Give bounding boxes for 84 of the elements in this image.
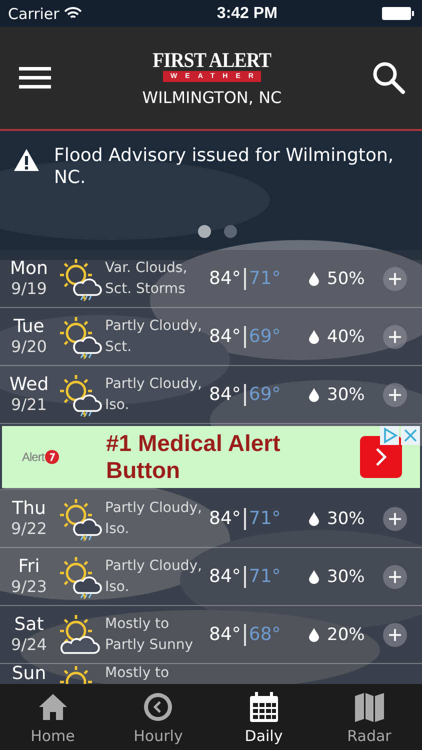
ad-logo-icon [44,449,60,465]
condition-text: Var. Clouds, Sct. Storms [105,258,188,298]
expand-button[interactable] [383,622,407,646]
raindrop-icon [309,388,319,402]
expand-button[interactable] [383,506,407,530]
high-temp: 84° [209,624,241,645]
day-name: Wed [9,374,49,395]
search-icon[interactable] [372,61,406,95]
ad-banner[interactable]: Alert #1 Medical Alert Button [2,426,420,488]
ad-brand-name: Alert [22,450,44,464]
day-date: 9/22 [11,519,47,539]
raindrop-icon [309,330,319,344]
condition-text: Mostly to [105,664,170,683]
high-temp: 84° [209,566,241,587]
expand-button[interactable] [383,324,407,348]
raindrop-icon [309,512,319,526]
condition-text: Partly Cloudy, Iso. [105,374,203,414]
storm-cloud-sun-icon [58,256,102,300]
expand-button[interactable] [383,382,407,406]
high-temp: 84° [209,384,241,405]
plus-icon [388,272,402,286]
ad-next-button[interactable] [360,436,402,478]
plus-icon [388,628,402,642]
warning-icon [13,148,40,172]
chevron-icon [373,446,389,468]
alert-message[interactable]: Flood Advisory issued for Wilmington, NC. [54,145,422,189]
expand-button[interactable] [383,564,407,588]
low-temp: 69° [248,326,281,347]
raindrop-icon [309,272,319,286]
precip-chance: 30% [327,384,366,404]
map-icon [352,690,386,724]
day-name: Fri [18,556,40,577]
low-temp: 69° [248,384,281,405]
wifi-icon [64,7,82,20]
day-name: Sat [14,614,44,635]
plus-icon [388,570,402,584]
forecast-row[interactable]: Sun Mostly to [0,664,422,684]
plus-icon [388,388,402,402]
precip-chance: 50% [327,268,366,288]
low-temp: 71° [248,268,281,289]
storm-cloud-sun-icon [58,372,102,416]
high-temp: 84° [209,326,241,347]
day-date: 9/19 [11,279,47,299]
battery-icon [382,7,414,20]
condition-text: Mostly to Partly Sunny [105,614,194,654]
forecast-row[interactable]: Sat 9/24 Mostly to Partly Sunny 84° 68° 20% [0,606,422,664]
high-temp: 84° [209,268,241,289]
day-name: Mon [10,258,48,279]
day-name: Sun [12,664,46,683]
location-name: WILMINGTON, NC [142,88,282,107]
day-name: Thu [12,498,46,519]
day-name: Tue [14,316,44,337]
precip-chance: 30% [327,566,366,586]
plus-icon [388,512,402,526]
condition-text: Partly Cloudy, Sct. [105,316,203,356]
low-temp: 71° [248,508,281,529]
logo-title: FIRST ALERT [152,49,272,71]
day-date: 9/23 [11,577,47,597]
storm-cloud-sun-icon [58,496,102,540]
clock-time: 3:42 PM [216,4,278,22]
nav-tab[interactable]: Radar [316,684,422,750]
precip-chance: 20% [327,624,366,644]
raindrop-icon [309,570,319,584]
low-temp: 71° [248,566,281,587]
condition-text: Partly Cloudy, Iso. [105,556,203,596]
low-temp: 68° [248,624,281,645]
precip-chance: 30% [327,508,366,528]
nav-tab[interactable]: Daily [211,684,316,750]
raindrop-icon [309,628,319,642]
high-temp: 84° [209,508,241,529]
plus-icon [388,330,402,344]
storm-cloud-sun-icon [58,314,102,358]
precip-chance: 40% [327,326,366,346]
storm-cloud-sun-icon [58,554,102,598]
day-date: 9/24 [11,635,47,655]
nav-tab[interactable]: Hourly [106,684,211,750]
carrier-name: Carrier [8,4,60,22]
nav-tab[interactable]: Home [0,684,106,750]
ad-headline: #1 Medical Alert Button [106,430,282,484]
day-date: 9/20 [11,337,47,357]
day-date: 9/21 [11,395,47,415]
forecast-row[interactable]: Mon 9/19 Var. Clouds, Sct. Storms 84° 71° 50% [0,250,422,308]
expand-button[interactable] [383,266,407,290]
condition-text: Partly Cloudy, Iso. [105,498,203,538]
